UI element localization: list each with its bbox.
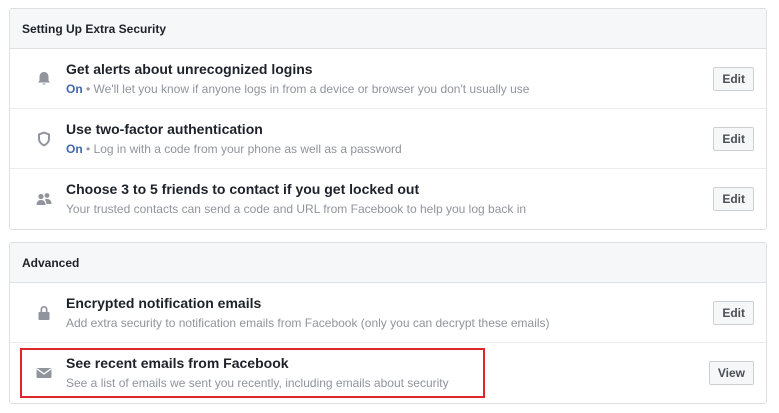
security-panel-header: Setting Up Extra Security [10, 9, 766, 49]
encrypted-emails-edit-button[interactable]: Edit [713, 301, 754, 325]
advanced-panel-header: Advanced [10, 243, 766, 283]
envelope-icon [35, 364, 53, 382]
security-panel: Setting Up Extra Security Get alerts abo… [9, 8, 767, 230]
row-title: Choose 3 to 5 friends to contact if you … [66, 181, 420, 197]
two-factor-row: Use two-factor authentication On • Log i… [10, 109, 766, 169]
bell-icon [35, 70, 53, 88]
advanced-panel: Advanced Encrypted notification emails A… [9, 242, 767, 404]
login-alerts-row: Get alerts about unrecognized logins On … [10, 49, 766, 109]
trusted-contacts-row: Choose 3 to 5 friends to contact if you … [10, 169, 766, 229]
row-title: See recent emails from Facebook [66, 355, 289, 371]
row-description: On • We'll let you know if anyone logs i… [66, 82, 529, 96]
shield-icon [35, 130, 53, 148]
status-on: On [66, 82, 83, 96]
trusted-contacts-edit-button[interactable]: Edit [713, 187, 754, 211]
recent-emails-row: See recent emails from Facebook See a li… [10, 343, 766, 403]
row-description: See a list of emails we sent you recentl… [66, 376, 449, 390]
two-factor-edit-button[interactable]: Edit [713, 127, 754, 151]
status-on: On [66, 142, 83, 156]
login-alerts-edit-button[interactable]: Edit [713, 67, 754, 91]
encrypted-emails-row: Encrypted notification emails Add extra … [10, 283, 766, 343]
recent-emails-view-button[interactable]: View [708, 361, 754, 385]
row-title: Use two-factor authentication [66, 121, 263, 137]
row-description: Your trusted contacts can send a code an… [66, 202, 527, 216]
row-description-text: • We'll let you know if anyone logs in f… [82, 82, 530, 96]
row-description: Add extra security to notification email… [66, 316, 550, 330]
row-title: Encrypted notification emails [66, 295, 262, 311]
lock-icon [35, 304, 53, 322]
row-description: On • Log in with a code from your phone … [66, 142, 402, 156]
row-title: Get alerts about unrecognized logins [66, 61, 313, 77]
friends-icon [35, 190, 53, 208]
row-description-text: • Log in with a code from your phone as … [82, 142, 402, 156]
